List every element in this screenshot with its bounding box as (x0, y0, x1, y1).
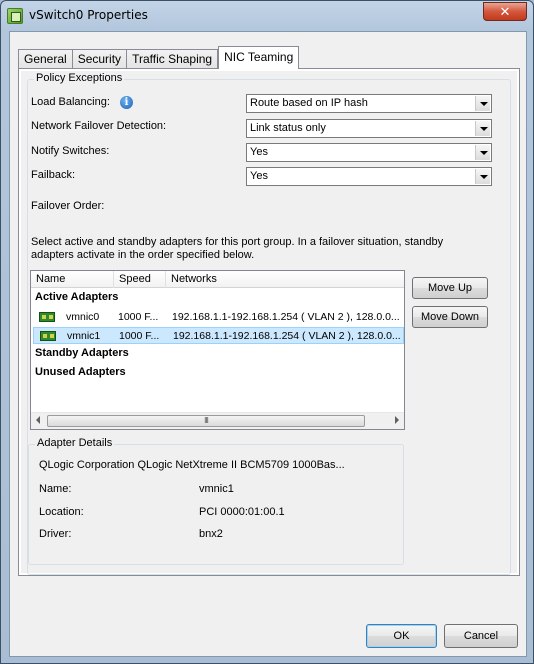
scrollbar-thumb[interactable]: III (47, 415, 365, 427)
scroll-left-icon[interactable] (36, 416, 40, 424)
adapter-row-vmnic1[interactable]: vmnic1 1000 F... 192.168.1.1-192.168.1.2… (33, 327, 404, 344)
adapter-speed: 1000 F... (118, 311, 159, 323)
column-name[interactable]: Name (31, 271, 114, 288)
notify-switches-label: Notify Switches: (31, 145, 110, 157)
group-unused-adapters: Unused Adapters (35, 366, 126, 378)
load-balancing-value: Route based on IP hash (250, 97, 368, 109)
policy-exceptions-group: Policy Exceptions Load Balancing: i Rout… (27, 72, 511, 575)
adapter-driver-label: Driver: (39, 528, 72, 540)
failover-detection-label: Network Failover Detection: (31, 120, 167, 132)
adapter-details-legend: Adapter Details (35, 437, 115, 449)
tab-general[interactable]: General (18, 49, 73, 69)
vswitch-icon (7, 8, 23, 24)
load-balancing-select[interactable]: Route based on IP hash (246, 94, 492, 113)
failover-description: Select active and standby adapters for t… (31, 236, 444, 261)
failover-detection-value: Link status only (250, 122, 326, 134)
scroll-right-icon[interactable] (395, 416, 399, 424)
adapter-list[interactable]: Name Speed Networks Active Adapters vmni… (30, 270, 405, 430)
info-icon[interactable]: i (120, 96, 133, 109)
column-networks[interactable]: Networks (166, 271, 404, 288)
failback-label: Failback: (31, 169, 76, 181)
close-button[interactable]: ✕ (483, 2, 527, 21)
failback-value: Yes (250, 170, 268, 182)
tab-nic-teaming[interactable]: NIC Teaming (218, 46, 300, 69)
adapter-name-label: Name: (39, 483, 72, 495)
window-title: vSwitch0 Properties (29, 8, 148, 22)
adapter-name: vmnic0 (66, 311, 100, 323)
chevron-down-icon[interactable] (475, 121, 490, 136)
nic-teaming-panel: Policy Exceptions Load Balancing: i Rout… (18, 68, 520, 576)
dialog-client-area: General Security Traffic Shaping NIC Tea… (9, 31, 527, 657)
move-down-button[interactable]: Move Down (412, 306, 488, 328)
adapter-networks: 192.168.1.1-192.168.1.254 ( VLAN 2 ), 12… (173, 330, 401, 342)
network-adapter-icon (40, 331, 56, 341)
ok-button[interactable]: OK (366, 624, 437, 648)
chevron-down-icon[interactable] (475, 145, 490, 160)
chevron-down-icon[interactable] (475, 169, 490, 184)
failover-detection-select[interactable]: Link status only (246, 119, 492, 138)
adapter-driver-value: bnx2 (199, 528, 223, 540)
group-standby-adapters: Standby Adapters (35, 347, 129, 359)
adapter-description: QLogic Corporation QLogic NetXtreme II B… (39, 459, 345, 471)
title-bar[interactable]: vSwitch0 Properties ✕ (1, 1, 533, 31)
adapter-details-group: Adapter Details QLogic Corporation QLogi… (28, 437, 404, 565)
column-speed[interactable]: Speed (114, 271, 166, 288)
tab-traffic-shaping[interactable]: Traffic Shaping (126, 49, 219, 69)
tab-strip: General Security Traffic Shaping NIC Tea… (18, 46, 300, 69)
failback-select[interactable]: Yes (246, 167, 492, 186)
adapter-list-header: Name Speed Networks (31, 271, 404, 288)
adapter-name-value: vmnic1 (199, 483, 234, 495)
adapter-networks: 192.168.1.1-192.168.1.254 ( VLAN 2 ), 12… (172, 311, 400, 323)
horizontal-scrollbar[interactable]: III (31, 412, 404, 429)
policy-exceptions-legend: Policy Exceptions (34, 72, 125, 84)
network-adapter-icon (39, 312, 55, 322)
tab-security[interactable]: Security (71, 49, 128, 69)
notify-switches-value: Yes (250, 146, 268, 158)
chevron-down-icon[interactable] (475, 96, 490, 111)
load-balancing-label: Load Balancing: (31, 96, 110, 108)
adapter-speed: 1000 F... (119, 330, 160, 342)
notify-switches-select[interactable]: Yes (246, 143, 492, 162)
adapter-location-label: Location: (39, 506, 84, 518)
properties-window: vSwitch0 Properties ✕ General Security T… (0, 0, 534, 664)
move-up-button[interactable]: Move Up (412, 277, 488, 299)
adapter-row-vmnic0[interactable]: vmnic0 1000 F... 192.168.1.1-192.168.1.2… (33, 309, 404, 326)
failover-order-label: Failover Order: (31, 200, 105, 212)
cancel-button[interactable]: Cancel (444, 624, 518, 648)
group-active-adapters: Active Adapters (35, 291, 119, 303)
adapter-name: vmnic1 (67, 330, 101, 342)
adapter-location-value: PCI 0000:01:00.1 (199, 506, 285, 518)
